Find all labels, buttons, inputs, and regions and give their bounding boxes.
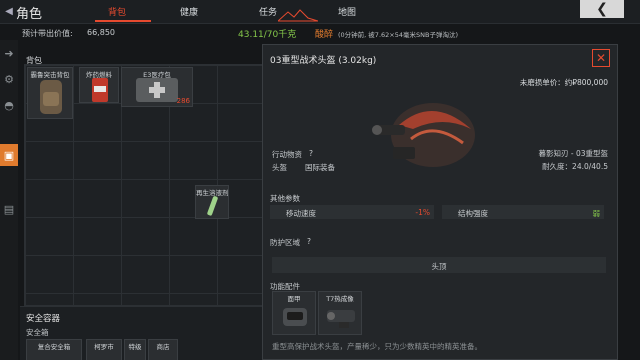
slot-visor[interactable]: 面甲 <box>272 291 316 335</box>
item-label: 复合安全箱 <box>37 343 71 351</box>
carry-value-label: 预计带出价值: <box>22 29 73 38</box>
item-detail-panel: 03重型战术头盔 (3.02kg) ✕ 未磨损单价：约₽800,000 行动物资… <box>262 44 618 360</box>
item-backpack[interactable]: 霸鲁突击背包 <box>27 67 73 119</box>
other-params-title: 其他参数 <box>270 194 300 203</box>
item-label: 柯罗市 <box>94 343 114 351</box>
tab-backpack[interactable]: 背包 <box>108 5 126 18</box>
tab-underline <box>95 20 151 22</box>
close-button[interactable]: ❮ <box>580 0 624 18</box>
secure-subtitle: 安全箱 <box>26 328 49 337</box>
helmet-icon[interactable]: ◓ <box>0 94 18 116</box>
protection-title: 防护区域 <box>270 238 300 247</box>
param-strength: 结构强度 弱 <box>442 205 604 219</box>
status-note: (0分钟前, 被7.62×54毫米SNB子弹淘汰) <box>338 31 458 39</box>
item-label: 商店 <box>156 343 170 351</box>
item-label: 特级 <box>128 343 142 351</box>
protection-zone: 头顶 <box>272 257 606 273</box>
param-speed: 移动速度 -1% <box>270 205 434 219</box>
side-rail: ➜ ⚙ ◓ ▣ ▤ <box>0 40 18 360</box>
price-label: 未磨损单价：约₽800,000 <box>519 78 608 87</box>
chest-icon[interactable]: ▣ <box>0 144 18 166</box>
item-description: 重型高保护战术头盔，产量稀少，只为少数精英中的精英准备。 <box>272 342 482 351</box>
param-name: 移动速度 <box>286 209 316 218</box>
tag-help[interactable]: ? <box>309 149 313 158</box>
backpack-grid: 霸鲁突击背包 炸药燃料 E3医疗包 286 再生溶液剂 <box>24 64 264 306</box>
item-label: 霸鲁突击背包 <box>30 71 70 79</box>
tag-ops: 行动物资 <box>272 150 302 159</box>
tag-international: 国际装备 <box>305 163 335 172</box>
page-title: 角色 <box>16 7 43 22</box>
info-row: 预计带出价值: 66,850 43.11/70千克 酸醉 (0分钟前, 被7.6… <box>0 26 640 40</box>
param-value: 弱 <box>592 209 601 218</box>
help-icon[interactable]: ? <box>307 237 311 246</box>
tab-health[interactable]: 健康 <box>180 5 198 18</box>
zone-label: 头顶 <box>431 262 447 271</box>
slot-label: T7热成像 <box>326 295 354 303</box>
item-label: 再生溶液剂 <box>196 189 228 197</box>
case-icon[interactable]: ▤ <box>0 198 18 220</box>
gear-icon[interactable]: ⚙ <box>0 68 18 90</box>
mountain-icon <box>278 9 318 22</box>
secure-slot[interactable]: 特级 <box>124 339 146 360</box>
item-title: 03重型战术头盔 (3.02kg) <box>270 56 377 66</box>
close-icon[interactable]: ✕ <box>592 49 610 67</box>
weight-readout: 43.11/70千克 <box>238 30 297 40</box>
item-label: E3医疗包 <box>143 71 171 79</box>
params-row: 移动速度 -1% 结构强度 弱 <box>270 205 604 219</box>
durability-label: 耐久度：24.0/40.5 <box>542 162 608 171</box>
secure-slot[interactable]: 复合安全箱 <box>26 339 82 360</box>
tag-helmet: 头盔 <box>272 163 287 172</box>
helmet-icon <box>372 103 475 167</box>
item-count: 286 <box>176 97 190 105</box>
slot-label: 面甲 <box>287 295 301 303</box>
top-bar: ◀ 角色 背包 健康 任务 地图 ❮ <box>0 0 640 24</box>
item-label: 炸药燃料 <box>86 71 112 79</box>
param-value: -1% <box>415 208 430 217</box>
back-icon[interactable]: ◀ <box>2 2 16 20</box>
tab-map[interactable]: 地图 <box>338 5 356 18</box>
secure-container: 安全容器 安全箱 复合安全箱 柯罗市 特级 商店 <box>20 306 265 360</box>
secure-title: 安全容器 <box>26 314 61 324</box>
item-canister[interactable]: 炸药燃料 <box>79 67 119 103</box>
param-name: 结构强度 <box>458 209 488 218</box>
slot-thermal-scope[interactable]: T7热成像 <box>318 291 362 335</box>
maker-label: 暮影知刃 - 03重型盔 <box>538 149 608 158</box>
item-medkit[interactable]: E3医疗包 286 <box>121 67 193 107</box>
item-syringe[interactable]: 再生溶液剂 <box>195 185 229 219</box>
secure-slot[interactable]: 商店 <box>148 339 178 360</box>
tab-tasks[interactable]: 任务 <box>259 5 277 18</box>
back-arrow-icon[interactable]: ➜ <box>0 42 18 64</box>
secure-slot[interactable]: 柯罗市 <box>86 339 122 360</box>
status-label: 酸醉 <box>315 30 334 40</box>
carry-value: 66,850 <box>87 28 115 37</box>
